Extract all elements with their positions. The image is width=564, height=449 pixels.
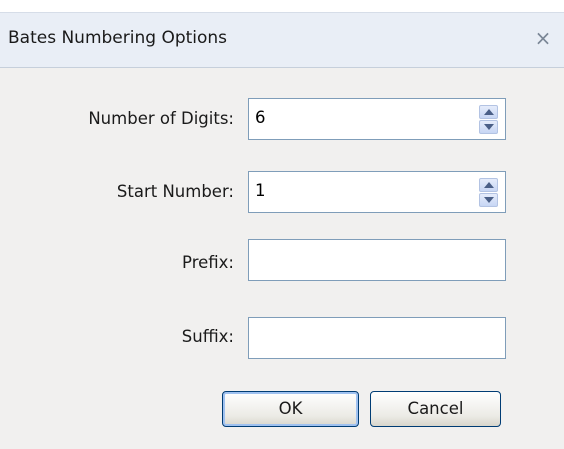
prefix-field[interactable] <box>248 239 506 281</box>
start-number-field[interactable]: 1 <box>248 171 506 213</box>
start-number-label: Start Number: <box>116 182 234 201</box>
chevron-up-icon <box>484 109 494 115</box>
cancel-button[interactable]: Cancel <box>370 391 501 427</box>
number-of-digits-value: 6 <box>255 108 266 127</box>
start-number-decrement-button[interactable] <box>479 193 498 207</box>
top-strip <box>0 0 564 12</box>
prefix-label: Prefix: <box>182 253 234 272</box>
chevron-up-icon <box>484 182 494 188</box>
dialog-title: Bates Numbering Options <box>8 28 228 48</box>
number-of-digits-decrement-button[interactable] <box>479 120 498 134</box>
bates-numbering-dialog: Bates Numbering Options × Number of Digi… <box>0 0 564 449</box>
chevron-down-icon <box>484 124 494 130</box>
number-of-digits-label: Number of Digits: <box>88 109 234 128</box>
chevron-down-icon <box>484 197 494 203</box>
number-of-digits-spinner[interactable] <box>479 105 498 134</box>
ok-button[interactable]: OK <box>222 391 359 427</box>
start-number-spinner[interactable] <box>479 178 498 207</box>
start-number-increment-button[interactable] <box>479 178 498 192</box>
title-bar[interactable]: Bates Numbering Options × <box>0 12 564 68</box>
number-of-digits-increment-button[interactable] <box>479 105 498 119</box>
start-number-value: 1 <box>255 181 266 200</box>
suffix-field[interactable] <box>248 317 506 359</box>
number-of-digits-field[interactable]: 6 <box>248 98 506 140</box>
close-icon[interactable]: × <box>530 25 556 51</box>
suffix-label: Suffix: <box>181 327 234 346</box>
